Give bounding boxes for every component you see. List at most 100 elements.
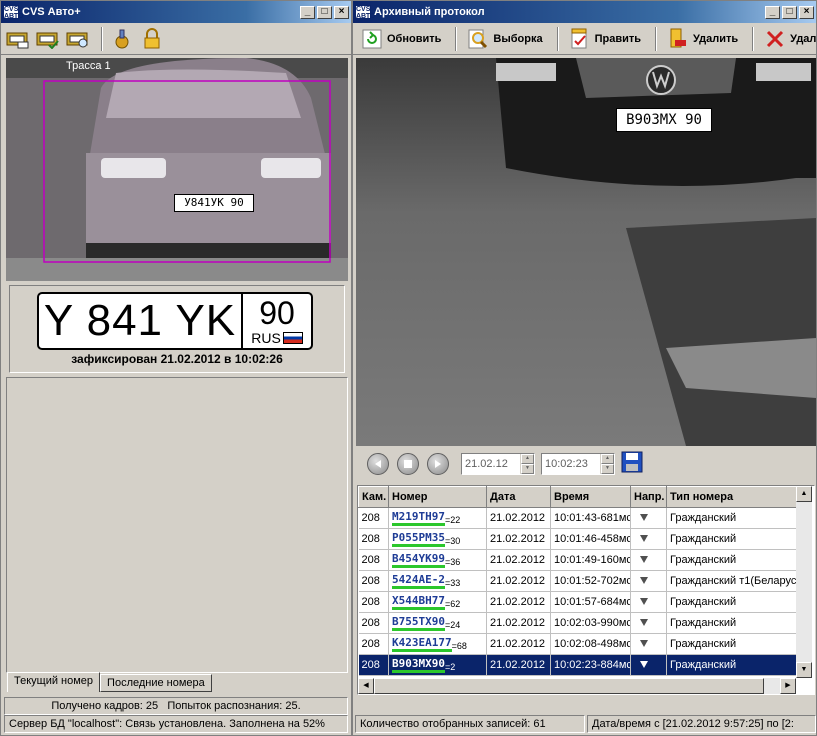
cell-date: 21.02.2012 bbox=[486, 654, 551, 676]
date-up-icon[interactable]: ▲ bbox=[521, 453, 534, 464]
time-down-icon[interactable]: ▼ bbox=[601, 463, 614, 474]
next-frame-button[interactable] bbox=[427, 452, 449, 475]
live-camera-view: Трасса 1 У841УК 90 bbox=[6, 58, 348, 281]
plate-score: =2 bbox=[444, 661, 456, 672]
tab-recent-plates[interactable]: Последние номера bbox=[100, 674, 212, 692]
delete-icon bbox=[667, 28, 689, 50]
playback-controls: 21.02.12 ▲ ▼ 10:02:23 ▲ ▼ bbox=[367, 451, 643, 476]
scroll-right-icon[interactable]: ▶ bbox=[780, 678, 796, 694]
cell-plate-type: Гражданский bbox=[666, 633, 799, 655]
minimize-button[interactable]: _ bbox=[765, 5, 780, 19]
recognized-plate: Y 841 YK 90 RUS bbox=[37, 292, 313, 350]
maximize-button[interactable]: □ bbox=[782, 5, 797, 19]
vertical-scrollbar[interactable]: ▲ ▼ bbox=[796, 486, 812, 678]
time-picker[interactable]: 10:02:23 ▲ ▼ bbox=[541, 452, 615, 475]
cell-time: 10:01:49-160мс bbox=[550, 549, 631, 571]
live-window-titlebar[interactable]: CVS АВТО CVS Авто+ _ □ × bbox=[1, 1, 351, 23]
column-header[interactable]: Номер bbox=[388, 486, 487, 508]
delete-button[interactable]: Удалить bbox=[663, 25, 742, 53]
plate-number: M219TH97 bbox=[392, 510, 445, 526]
archive-window-titlebar[interactable]: CVS АВТО Архивный протокол _ □ × bbox=[353, 1, 816, 23]
arrow-down-icon bbox=[640, 640, 648, 647]
plate-region: 90 bbox=[259, 295, 295, 331]
table-body: 208 M219TH97=22 21.02.2012 10:01:43-681мс Гр… bbox=[358, 507, 799, 676]
date-down-icon[interactable]: ▼ bbox=[521, 463, 534, 474]
cell-time: 10:02:03-990мс bbox=[550, 612, 631, 634]
scroll-down-icon[interactable]: ▼ bbox=[796, 662, 812, 678]
filter-button[interactable]: Выборка bbox=[463, 25, 546, 53]
column-header[interactable]: Время bbox=[550, 486, 631, 508]
table-row[interactable]: 208 M219TH97=22 21.02.2012 10:01:43-681мс Гр… bbox=[358, 507, 799, 529]
table-header: Кам. Номер Дата Время Напр. Тип номера bbox=[358, 486, 799, 508]
plate-number: B454YK99 bbox=[392, 552, 445, 568]
cell-direction bbox=[630, 612, 667, 634]
cell-date: 21.02.2012 bbox=[486, 549, 551, 571]
table-row[interactable]: 208 B903MX90=2 21.02.2012 10:02:23-884мс Гра… bbox=[358, 654, 799, 676]
cell-plate: X544BH77=62 bbox=[388, 591, 487, 613]
column-header[interactable]: Кам. bbox=[358, 486, 389, 508]
plate-score: =68 bbox=[451, 640, 467, 651]
cell-camera: 208 bbox=[358, 570, 389, 592]
close-button[interactable]: × bbox=[799, 5, 814, 19]
arrow-left-icon bbox=[375, 459, 381, 468]
cell-time: 10:01:52-702мс bbox=[550, 570, 631, 592]
scroll-thumb[interactable] bbox=[374, 678, 764, 694]
archive-window: CVS АВТО Архивный протокол _ □ × Обновит… bbox=[352, 0, 817, 736]
table-row[interactable]: 208 B755TX90=24 21.02.2012 10:02:03-990мс Гр… bbox=[358, 612, 799, 634]
settings-icon[interactable] bbox=[109, 26, 135, 52]
cell-date: 21.02.2012 bbox=[486, 570, 551, 592]
camera-check-icon[interactable] bbox=[35, 26, 61, 52]
edit-button[interactable]: Править bbox=[565, 25, 645, 53]
cell-camera: 208 bbox=[358, 633, 389, 655]
tab-current-plate[interactable]: Текущий номер bbox=[7, 672, 101, 692]
refresh-button[interactable]: Обновить bbox=[357, 25, 445, 53]
lock-icon[interactable] bbox=[139, 26, 165, 52]
tab-bar: Текущий номер Последние номера bbox=[7, 672, 212, 692]
table-row[interactable]: 208 K423EA177=68 21.02.2012 10:02:08-498мс Г… bbox=[358, 633, 799, 655]
plate-main-text: Y 841 YK bbox=[43, 296, 237, 345]
plate-score: =36 bbox=[444, 556, 461, 567]
arrow-down-icon bbox=[640, 619, 648, 626]
toolbar-separator bbox=[101, 26, 103, 51]
column-header[interactable]: Дата bbox=[486, 486, 551, 508]
column-header[interactable]: Тип номера bbox=[666, 486, 799, 508]
save-icon[interactable] bbox=[621, 451, 643, 476]
table-row[interactable]: 208 X544BH77=62 21.02.2012 10:01:57-684мс Гр… bbox=[358, 591, 799, 613]
cell-plate: K423EA177=68 bbox=[388, 633, 487, 655]
camera-search-icon[interactable] bbox=[65, 26, 91, 52]
arrow-down-icon bbox=[640, 598, 648, 605]
table-row[interactable]: 208 P055PM35=30 21.02.2012 10:01:46-458мс Гр… bbox=[358, 528, 799, 550]
time-up-icon[interactable]: ▲ bbox=[601, 453, 614, 464]
column-header[interactable]: Напр. bbox=[630, 486, 667, 508]
table-row[interactable]: 208 5424AE-2=33 21.02.2012 10:01:52-702мс Гр… bbox=[358, 570, 799, 592]
delete-all-button[interactable]: Удалит bbox=[760, 25, 816, 53]
horizontal-scrollbar[interactable]: ◀ ▶ bbox=[358, 678, 796, 694]
cell-time: 10:01:57-684мс bbox=[550, 591, 631, 613]
maximize-button[interactable]: □ bbox=[317, 5, 332, 19]
cell-date: 21.02.2012 bbox=[486, 612, 551, 634]
cell-date: 21.02.2012 bbox=[486, 633, 551, 655]
date-picker[interactable]: 21.02.12 ▲ ▼ bbox=[461, 452, 535, 475]
plate-country: RUS bbox=[251, 330, 281, 346]
cell-camera: 208 bbox=[358, 528, 389, 550]
cell-direction bbox=[630, 591, 667, 613]
camera-list-icon[interactable] bbox=[5, 26, 31, 52]
records-count-status: Количество отобранных записей: 61 bbox=[355, 715, 585, 733]
cell-plate-type: Гражданский bbox=[666, 591, 799, 613]
table-row[interactable]: 208 B454YK99=36 21.02.2012 10:01:49-160мс Гр… bbox=[358, 549, 799, 571]
close-button[interactable]: × bbox=[334, 5, 349, 19]
cell-plate-type: Гражданский bbox=[666, 528, 799, 550]
minimize-button[interactable]: _ bbox=[300, 5, 315, 19]
live-toolbar bbox=[1, 23, 351, 55]
cell-direction bbox=[630, 549, 667, 571]
scroll-left-icon[interactable]: ◀ bbox=[358, 678, 374, 694]
plate-number: B903MX90 bbox=[392, 657, 445, 673]
cell-plate-type: Гражданский bbox=[666, 507, 799, 529]
scroll-up-icon[interactable]: ▲ bbox=[796, 486, 812, 502]
cell-direction bbox=[630, 654, 667, 676]
cell-camera: 208 bbox=[358, 549, 389, 571]
cell-plate-type: Гражданский bbox=[666, 654, 799, 676]
stop-button[interactable] bbox=[397, 452, 419, 475]
previous-frame-button[interactable] bbox=[367, 452, 389, 475]
live-window: CVS АВТО CVS Авто+ _ □ × Трасса 1 У841УК… bbox=[0, 0, 352, 736]
